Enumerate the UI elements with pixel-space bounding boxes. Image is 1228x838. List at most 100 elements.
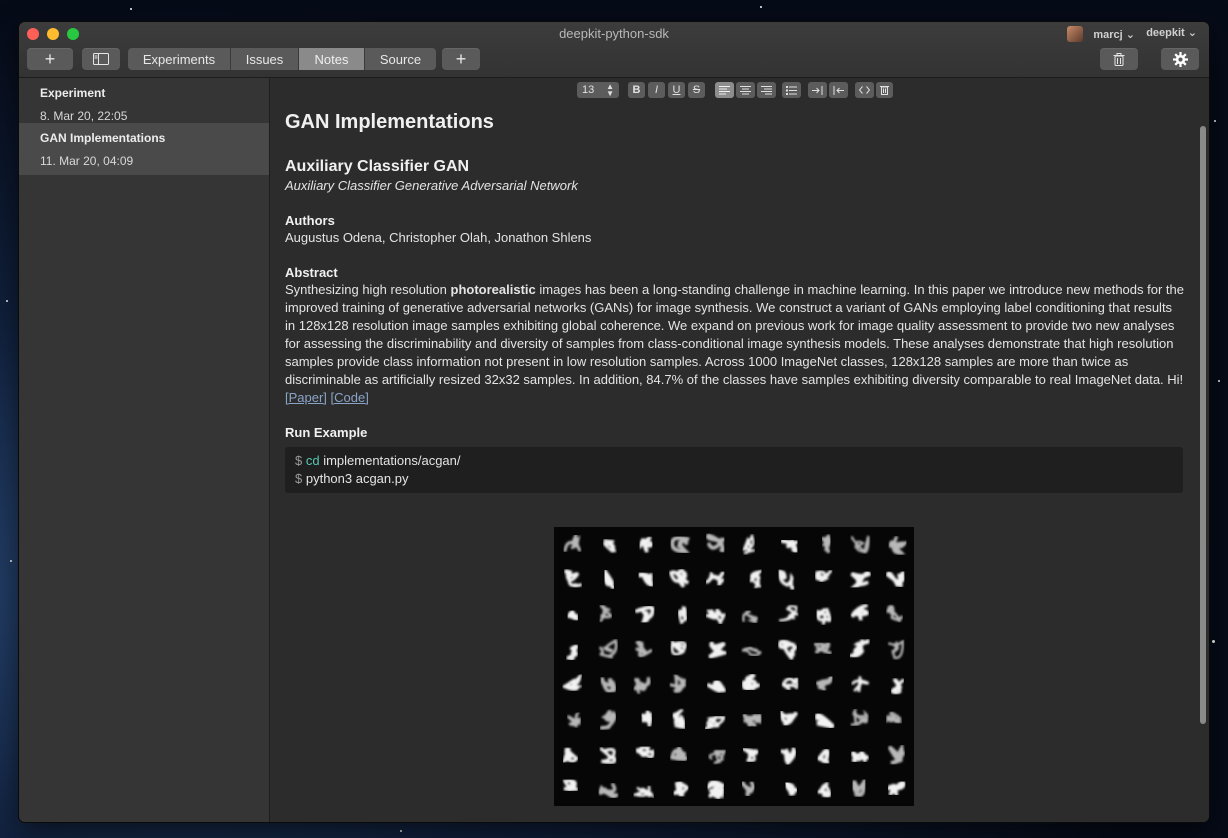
sample-stroke (567, 710, 582, 728)
abstract-bold-word: photorealistic (450, 282, 536, 297)
indent-button[interactable] (808, 82, 827, 98)
list-icon (786, 85, 797, 95)
align-left-button[interactable] (715, 82, 734, 98)
notes-sidebar: Experiment 8. Mar 20, 22:05 GAN Implemen… (19, 78, 270, 822)
code-args: python3 acgan.py (302, 471, 409, 486)
note-title: GAN Implementations (285, 111, 494, 133)
sample-stroke (885, 568, 905, 588)
italic-button[interactable]: I (648, 82, 665, 98)
underline-button[interactable]: U (668, 82, 685, 98)
sample-stroke (887, 743, 905, 765)
sample-stroke (635, 746, 655, 759)
delete-button[interactable] (1100, 48, 1138, 70)
note-item-date: 8. Mar 20, 22:05 (40, 109, 128, 123)
sample-stroke (706, 533, 726, 553)
user-name: marcj ⌄ (1093, 28, 1135, 41)
sample-stroke (887, 639, 904, 660)
stepper-arrows-icon: ▲ ▼ (606, 82, 614, 98)
user-menu[interactable]: marcj ⌄ (1067, 26, 1135, 42)
sample-stroke (780, 538, 803, 554)
bold-button[interactable]: B (628, 82, 645, 98)
align-right-button[interactable] (757, 82, 776, 98)
sample-stroke (749, 569, 764, 589)
note-item-date: 11. Mar 20, 04:09 (40, 154, 134, 168)
sample-stroke (703, 570, 725, 586)
align-center-icon (740, 85, 751, 94)
note-list-item[interactable]: Experiment 8. Mar 20, 22:05 (19, 78, 269, 123)
code-block[interactable]: $ cd implementations/acgan/ $ python3 ac… (285, 447, 1183, 493)
paper-link[interactable]: [Paper] (285, 390, 327, 405)
bullet-list-button[interactable] (782, 82, 801, 98)
sample-stroke (635, 605, 655, 624)
authors-heading: Authors (285, 213, 335, 228)
scrollbar-thumb[interactable] (1200, 126, 1206, 724)
delete-block-button[interactable] (876, 82, 893, 98)
title-bar: deepkit-python-sdk marcj ⌄ deepkit ⌄ + E… (19, 22, 1209, 78)
sample-stroke (850, 535, 870, 554)
sample-stroke (599, 709, 617, 730)
sample-stroke (885, 780, 906, 798)
outdent-button[interactable] (829, 82, 848, 98)
sample-stroke (781, 677, 799, 691)
star (130, 8, 132, 10)
star (6, 300, 8, 302)
tab-issues[interactable]: Issues (231, 48, 299, 70)
sample-stroke (820, 534, 832, 554)
sample-stroke (640, 708, 653, 730)
sample-stroke (670, 639, 687, 656)
sample-stroke (850, 706, 869, 726)
gear-icon (1172, 51, 1188, 67)
sample-stroke (673, 781, 689, 797)
code-link[interactable]: [Code] (331, 390, 369, 405)
outdent-icon (833, 85, 844, 95)
tab-source[interactable]: Source (365, 48, 436, 70)
authors-text: Augustus Odena, Christopher Olah, Jonath… (285, 230, 592, 245)
sample-stroke (850, 604, 869, 621)
star (1214, 120, 1216, 122)
sample-stroke (739, 747, 759, 763)
font-size-value: 13 (582, 84, 595, 96)
sample-stroke (567, 609, 579, 621)
org-menu[interactable]: deepkit ⌄ (1146, 26, 1197, 39)
sample-stroke (631, 785, 655, 799)
note-item-title: Experiment (40, 86, 106, 100)
sample-stroke (702, 715, 726, 731)
trash-icon (1113, 52, 1125, 66)
abstract-text-start: Synthesizing high resolution (285, 282, 451, 297)
add-button[interactable]: + (27, 48, 73, 70)
code-prompt: $ (295, 453, 303, 468)
settings-button[interactable] (1161, 48, 1199, 70)
sample-stroke (850, 570, 872, 589)
sample-stroke (778, 639, 798, 660)
star (10, 560, 12, 562)
sample-stroke (672, 709, 688, 729)
strikethrough-button[interactable]: S (688, 82, 705, 98)
sample-stroke (600, 677, 617, 693)
sample-stroke (741, 673, 761, 692)
note-editor: 13 ▲ ▼ B I U S GAN Implementations Auxil… (270, 78, 1209, 822)
toggle-sidebar-button[interactable] (82, 48, 120, 70)
indent-icon (812, 85, 823, 95)
sample-stroke (890, 678, 905, 695)
run-example-heading: Run Example (285, 425, 368, 440)
sample-stroke (778, 569, 795, 590)
align-center-button[interactable] (736, 82, 755, 98)
code-icon (859, 86, 870, 94)
code-line: $ cd implementations/acgan/ (295, 452, 1173, 470)
font-size-stepper[interactable]: 13 ▲ ▼ (577, 82, 619, 98)
sample-stroke (742, 610, 758, 624)
app-window: deepkit-python-sdk marcj ⌄ deepkit ⌄ + E… (19, 22, 1209, 822)
code-block-button[interactable] (855, 82, 874, 98)
sample-stroke (888, 536, 909, 555)
tab-experiments[interactable]: Experiments (128, 48, 231, 70)
add-tab-button[interactable]: + (442, 48, 480, 70)
code-command: cd (305, 453, 320, 468)
sample-stroke (742, 533, 756, 555)
sample-stroke (603, 566, 615, 590)
section-title: Auxiliary Classifier GAN (285, 158, 470, 175)
note-content[interactable]: GAN Implementations Auxiliary Classifier… (285, 111, 1185, 493)
tab-notes[interactable]: Notes (299, 48, 365, 70)
note-list-item-selected[interactable]: GAN Implementations 11. Mar 20, 04:09 (19, 123, 269, 175)
generated-samples-image (554, 527, 914, 806)
links-row: [Paper] [Code] (285, 389, 1185, 407)
